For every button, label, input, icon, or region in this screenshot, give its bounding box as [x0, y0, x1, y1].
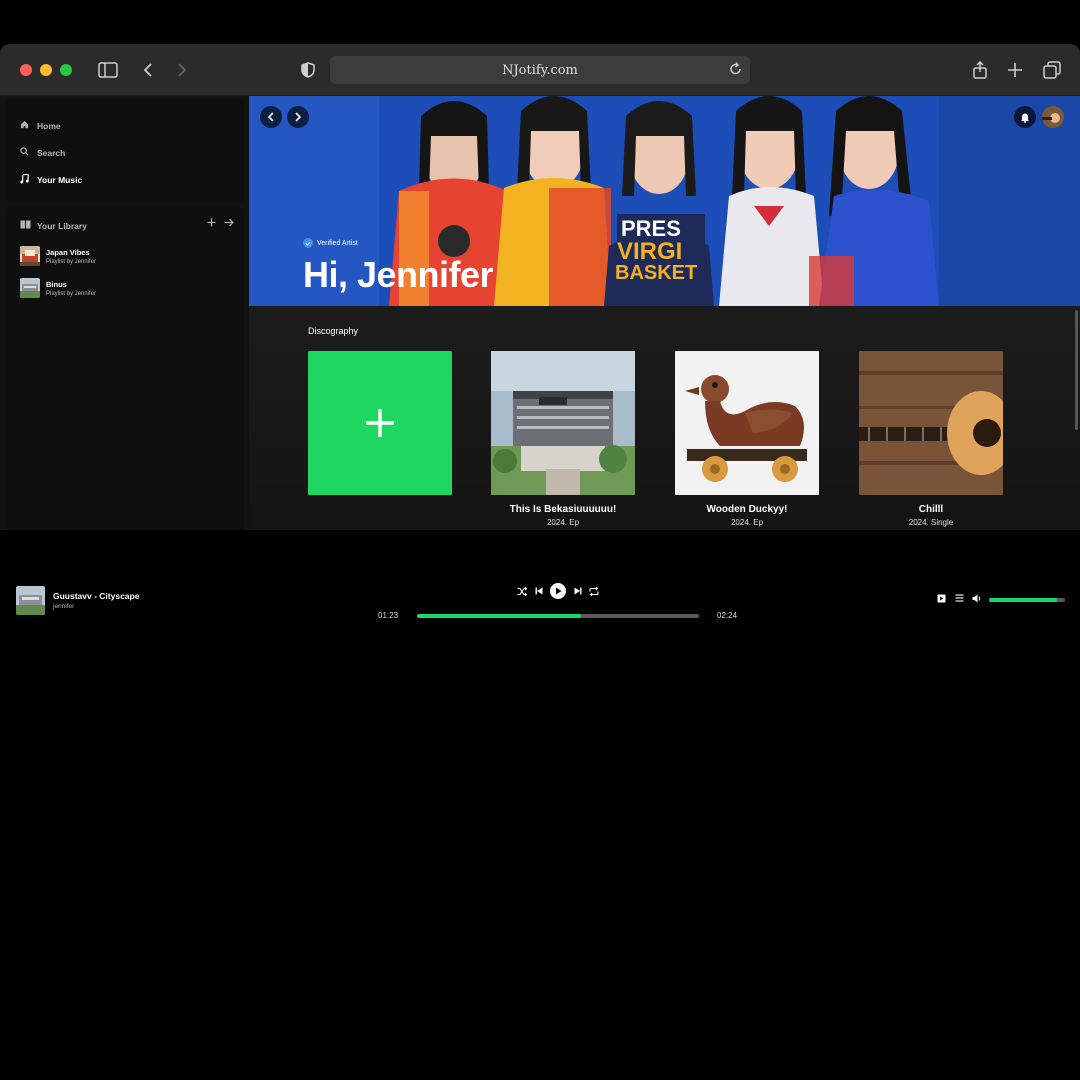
library-icon: [20, 220, 31, 231]
main-content: PRES VIRGI BASKET Verified Artist Hi, Je…: [249, 96, 1080, 574]
add-icon[interactable]: [207, 218, 216, 230]
plus-icon: [366, 409, 394, 437]
bell-icon[interactable]: [1014, 106, 1036, 128]
playlist-title: Japan Vibes: [46, 247, 90, 257]
album-subtitle: 2024. Single: [908, 518, 954, 527]
elapsed-time: 01:23: [378, 611, 399, 620]
page-title: Hi, Jennifer: [303, 254, 494, 295]
total-duration: 02:24: [717, 611, 738, 620]
album-title: This Is Bekasiuuuuuu!: [509, 504, 617, 515]
artist-hero: PRES VIRGI BASKET Verified Artist Hi, Je…: [249, 96, 1080, 306]
play-icon: [555, 587, 561, 595]
album-card[interactable]: This Is Bekasiuuuuuu! 2024. Ep: [491, 351, 635, 527]
now-playing-view-icon[interactable]: [937, 594, 946, 605]
browser-toolbar: NJotify.com: [0, 44, 1080, 96]
playlist-title: Binus: [46, 279, 67, 289]
arrow-right-icon[interactable]: [224, 218, 234, 230]
section-title: Discography: [308, 326, 359, 336]
verified-text: Verified Artist: [317, 239, 358, 247]
sidebar-item-home[interactable]: Home: [20, 120, 61, 131]
forward-icon[interactable]: [170, 58, 194, 82]
add-album-card[interactable]: [308, 351, 452, 504]
sidebar-item-label: Search: [37, 147, 66, 158]
album-subtitle: 2024. Ep: [546, 518, 580, 527]
add-album-button[interactable]: [308, 351, 452, 495]
album-cover: [491, 351, 635, 495]
album-subtitle: 2024. Ep: [730, 518, 764, 527]
home-icon: [20, 120, 29, 131]
library-panel: Your Library Japan Vibes Playlist by Jen…: [6, 208, 244, 568]
playlist-cover: [20, 278, 40, 298]
back-button[interactable]: [260, 106, 282, 128]
back-icon[interactable]: [136, 58, 160, 82]
player-bar: Guustavv - Cityscape jennifer 01:23 02:2…: [0, 530, 1080, 624]
library-header[interactable]: Your Library: [20, 220, 87, 231]
volume-fill: [989, 598, 1058, 602]
now-playing-title[interactable]: Guustavv - Cityscape: [53, 591, 139, 601]
library-title: Your Library: [37, 220, 87, 231]
forward-button[interactable]: [287, 106, 309, 128]
svg-text:BASKET: BASKET: [615, 262, 697, 284]
queue-icon[interactable]: [955, 594, 964, 604]
sidebar-item-label: Home: [37, 120, 61, 131]
previous-icon[interactable]: [533, 584, 545, 598]
list-item[interactable]: Japan Vibes Playlist by Jennifer: [20, 246, 96, 266]
svg-text:VIRGI: VIRGI: [617, 238, 682, 265]
shield-icon[interactable]: [296, 58, 320, 82]
progress-fill: [417, 614, 581, 618]
next-icon[interactable]: [572, 584, 584, 598]
shuffle-icon[interactable]: [516, 584, 528, 598]
avatar[interactable]: [1042, 106, 1064, 128]
progress-bar[interactable]: [417, 614, 699, 618]
sidebar-nav: Home Search Your Music: [6, 98, 244, 202]
sidebar-item-search[interactable]: Search: [20, 147, 65, 158]
playlist-cover: [20, 246, 40, 266]
music-note-icon: [20, 173, 29, 186]
close-window-button[interactable]: [20, 64, 32, 76]
reload-icon[interactable]: [729, 62, 742, 80]
verified-artist-label: Verified Artist: [303, 238, 358, 248]
volume-slider[interactable]: [989, 598, 1065, 602]
sidebar-toggle-icon[interactable]: [96, 58, 120, 82]
playlist-subtitle: Playlist by Jennifer: [46, 290, 97, 297]
tab-overview-icon[interactable]: [1040, 58, 1064, 82]
sidebar-item-label: Your Music: [37, 175, 83, 185]
repeat-icon[interactable]: [588, 584, 600, 598]
album-card[interactable]: Wooden Duckyy! 2024. Ep: [675, 351, 819, 527]
list-item[interactable]: Binus Playlist by Jennifer: [20, 278, 96, 298]
verified-check-icon: [303, 238, 313, 248]
now-playing-artist[interactable]: jennifer: [53, 603, 74, 610]
address-bar[interactable]: NJotify.com: [330, 56, 750, 84]
new-tab-icon[interactable]: [1003, 58, 1027, 82]
album-title: Wooden Duckyy!: [706, 504, 788, 515]
zoom-window-button[interactable]: [60, 64, 72, 76]
play-button[interactable]: [550, 583, 566, 599]
volume-icon[interactable]: [972, 594, 982, 605]
now-playing-cover: [16, 586, 45, 615]
album-card[interactable]: Chilll 2024. Single: [859, 351, 1003, 527]
minimize-window-button[interactable]: [40, 64, 52, 76]
url-text: NJotify.com: [502, 62, 578, 78]
album-cover: [675, 351, 819, 495]
playlist-subtitle: Playlist by Jennifer: [46, 258, 97, 265]
sidebar-item-your-music[interactable]: Your Music: [20, 173, 83, 186]
scrollbar[interactable]: [1075, 310, 1078, 430]
search-icon: [20, 147, 29, 158]
album-title: Chilll: [918, 504, 944, 515]
share-icon[interactable]: [968, 58, 992, 82]
album-cover: [859, 351, 1003, 495]
